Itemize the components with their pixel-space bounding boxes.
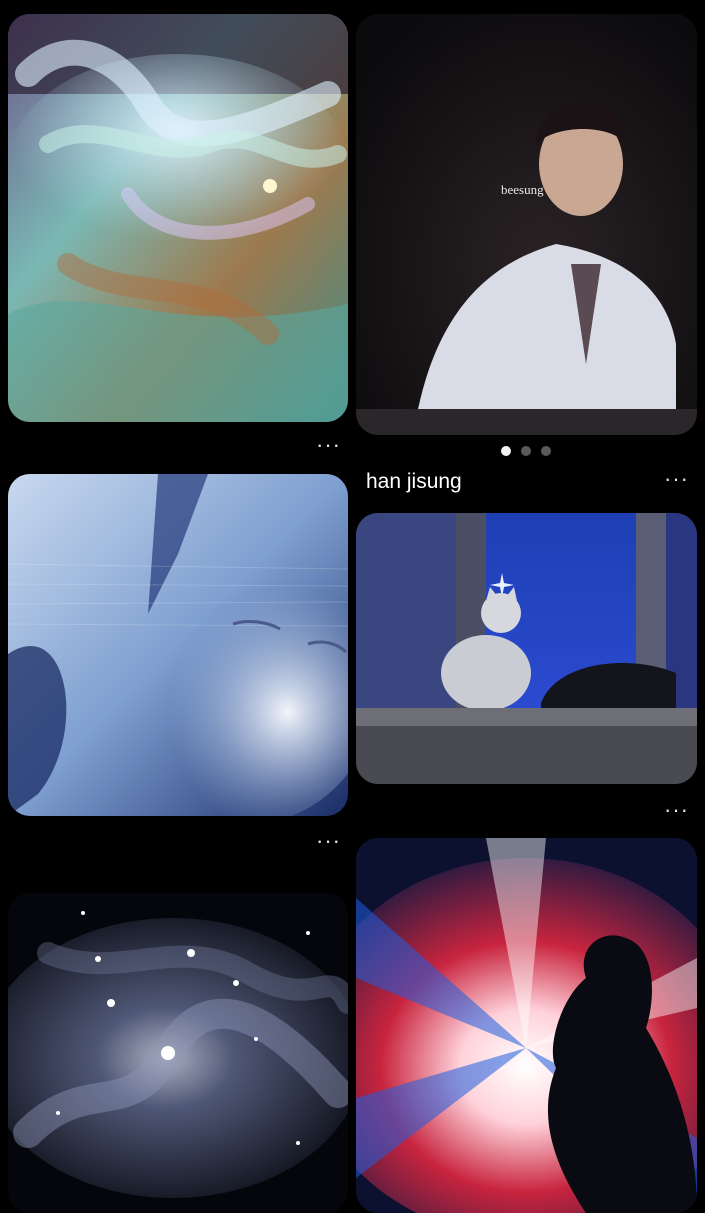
pin-title[interactable]: han jisung — [366, 470, 462, 494]
pin-blue-face[interactable] — [8, 474, 348, 816]
more-options-button[interactable]: ··· — [664, 468, 689, 490]
glitch-portrait-image — [8, 474, 348, 816]
pin-hands-painting[interactable] — [8, 14, 348, 422]
carousel-dot[interactable] — [541, 446, 551, 456]
more-options-button[interactable]: ··· — [316, 434, 341, 456]
silhouette-photo-image — [356, 838, 697, 1213]
carousel-indicator — [501, 446, 551, 456]
person-photo-image — [356, 14, 697, 435]
carousel-dot[interactable] — [521, 446, 531, 456]
overlay-watermark-text: beesung — [501, 182, 544, 197]
pin-light-silhouette[interactable] — [356, 838, 697, 1213]
pin-cat-window[interactable] — [356, 513, 697, 784]
cat-photo-image — [356, 513, 697, 784]
pin-beesung[interactable]: beesung — [356, 14, 697, 435]
more-options-button[interactable]: ··· — [664, 799, 689, 821]
carousel-dot[interactable] — [501, 446, 511, 456]
nebula-photo-image — [8, 893, 348, 1213]
pin-nebula[interactable] — [8, 893, 348, 1213]
abstract-hands-art-image — [8, 14, 348, 422]
more-options-button[interactable]: ··· — [316, 830, 341, 852]
